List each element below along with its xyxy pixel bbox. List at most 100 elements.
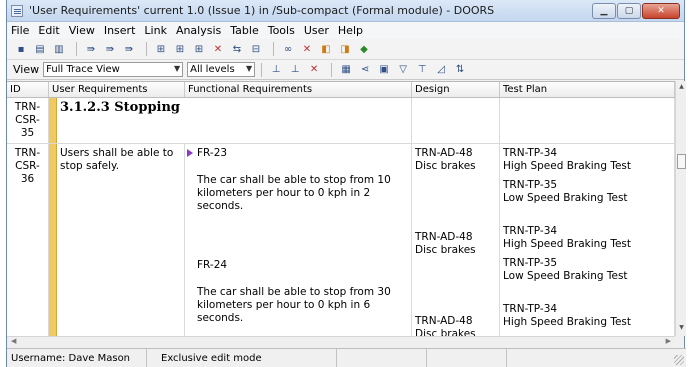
insert-column-icon[interactable]: ⊤ xyxy=(414,63,430,77)
section-heading: 3.1.2.3 Stopping xyxy=(60,100,181,115)
fr-text: The car shall be able to stop from 10 ki… xyxy=(197,174,391,212)
functional-requirements-cell: FR-23 The car shall be able to stop from… xyxy=(185,144,412,336)
properties-icon[interactable]: ▥ xyxy=(51,42,67,56)
menu-edit[interactable]: Edit xyxy=(38,24,59,37)
insert-child-icon[interactable]: ⇛ xyxy=(121,42,137,56)
promote-icon[interactable]: ⊞ xyxy=(153,42,169,56)
link-icon[interactable]: ∞ xyxy=(280,42,296,56)
print-icon[interactable]: ▤ xyxy=(32,42,48,56)
show-levels-icon[interactable]: ⊥ xyxy=(287,63,303,77)
hierarchy-icon[interactable]: ⊟ xyxy=(248,42,264,56)
title-bar: 'User Requirements' current 1.0 (Issue 1… xyxy=(7,0,684,22)
status-username: Username: Dave Mason xyxy=(7,349,147,367)
status-panel xyxy=(337,349,427,367)
test-plan-id[interactable]: TRN-TP-35 xyxy=(503,257,671,270)
design-text: Disc brakes xyxy=(415,328,476,336)
close-button[interactable]: ✕ xyxy=(642,2,680,19)
toolbar-divider xyxy=(261,62,263,77)
toolbar-divider xyxy=(273,42,274,56)
scroll-down-icon[interactable]: ▼ xyxy=(677,324,686,334)
levels-select-value: All levels xyxy=(190,64,235,75)
maximize-button[interactable]: ▢ xyxy=(617,2,641,19)
filter-deleted-icon[interactable]: ✕ xyxy=(306,63,322,77)
col-header-id[interactable]: ID xyxy=(7,82,49,97)
toolbar-divider xyxy=(331,62,333,77)
menu-bar: File Edit View Insert Link Analysis Tabl… xyxy=(7,22,684,39)
table-row[interactable]: TRN-CSR-35 3.1.2.3 Stopping xyxy=(7,98,675,144)
menu-table[interactable]: Table xyxy=(230,24,258,37)
scroll-right-icon[interactable]: ▶ xyxy=(666,337,671,345)
col-header-test-plan[interactable]: Test Plan xyxy=(500,82,675,97)
view-select[interactable]: Full Trace View ▼ xyxy=(43,62,184,77)
test-plan-id[interactable]: TRN-TP-34 xyxy=(503,147,671,160)
graphics-icon[interactable]: ▣ xyxy=(376,63,392,77)
resize-grip[interactable] xyxy=(674,355,684,365)
menu-tools[interactable]: Tools xyxy=(268,24,295,37)
test-plan-cell: TRN-TP-34 High Speed Braking Test TRN-TP… xyxy=(500,144,675,336)
table-row[interactable]: TRN-CSR-36 Users shall be able to stop s… xyxy=(7,144,675,336)
status-bar: Username: Dave Mason Exclusive edit mode xyxy=(7,348,686,367)
user-requirement-text: Users shall be able to stop safely. xyxy=(60,147,174,172)
menu-user[interactable]: User xyxy=(304,24,329,37)
window-title: 'User Requirements' current 1.0 (Issue 1… xyxy=(29,4,495,17)
link-manager-icon[interactable]: ◆ xyxy=(356,42,372,56)
test-plan-id[interactable]: TRN-TP-34 xyxy=(503,225,671,238)
link-source-icon[interactable]: ◧ xyxy=(318,42,334,56)
status-panel xyxy=(427,349,507,367)
scroll-left-icon[interactable]: ◀ xyxy=(11,337,16,345)
delete-object-icon[interactable]: ✕ xyxy=(210,42,226,56)
test-plan-text: High Speed Braking Test xyxy=(503,316,632,328)
col-header-user-requirements[interactable]: User Requirements xyxy=(49,82,185,97)
outline-icon[interactable]: ▦ xyxy=(338,63,354,77)
requirements-grid: ID User Requirements Functional Requirem… xyxy=(7,81,675,336)
view-label: View xyxy=(13,63,40,76)
fr-id[interactable]: FR-23 xyxy=(197,147,227,159)
test-plan-text: High Speed Braking Test xyxy=(503,160,632,172)
link-view-icon[interactable]: ⋖ xyxy=(357,63,373,77)
edit-column-icon[interactable]: ◿ xyxy=(433,63,449,77)
demote-icon[interactable]: ⊞ xyxy=(172,42,188,56)
delete-link-icon[interactable]: ✕ xyxy=(299,42,315,56)
horizontal-scrollbar[interactable]: ◀ ▶ xyxy=(7,336,675,348)
test-plan-text: Low Speed Braking Test xyxy=(503,270,628,282)
test-plan-id[interactable]: TRN-TP-35 xyxy=(503,179,671,192)
link-target-icon[interactable]: ◨ xyxy=(337,42,353,56)
fr-text: The car shall be able to stop from 30 ki… xyxy=(197,286,391,324)
design-text: Disc brakes xyxy=(415,244,476,256)
design-id[interactable]: TRN-AD-48 xyxy=(415,231,496,244)
menu-insert[interactable]: Insert xyxy=(104,24,136,37)
filter-icon[interactable]: ▽ xyxy=(395,63,411,77)
toolbar-divider xyxy=(146,42,147,56)
menu-analysis[interactable]: Analysis xyxy=(176,24,221,37)
test-plan-id[interactable]: TRN-TP-34 xyxy=(503,303,671,316)
levels-select[interactable]: All levels ▼ xyxy=(187,62,256,77)
scroll-up-icon[interactable]: ▲ xyxy=(677,83,686,93)
design-id[interactable]: TRN-AD-48 xyxy=(415,315,496,328)
menu-view[interactable]: View xyxy=(69,24,95,37)
copy-object-icon[interactable]: ⊞ xyxy=(191,42,207,56)
toolbar-divider xyxy=(76,42,77,56)
object-id: TRN-CSR-36 xyxy=(7,144,49,336)
design-cell: TRN-AD-48 Disc brakes TRN-AD-48 Disc bra… xyxy=(412,144,500,336)
insert-object-icon[interactable]: ⇛ xyxy=(83,42,99,56)
fr-id[interactable]: FR-24 xyxy=(197,259,408,272)
vertical-scrollbar[interactable]: ▲ ▼ xyxy=(675,81,686,336)
doors-module-icon xyxy=(11,4,23,17)
move-icon[interactable]: ⇆ xyxy=(229,42,245,56)
menu-file[interactable]: File xyxy=(11,24,29,37)
col-header-design[interactable]: Design xyxy=(412,82,500,97)
insert-below-icon[interactable]: ⇛ xyxy=(102,42,118,56)
status-edit-mode: Exclusive edit mode xyxy=(147,349,337,367)
section-cell: 3.1.2.3 Stopping xyxy=(49,98,412,143)
design-id[interactable]: TRN-AD-48 xyxy=(415,147,496,160)
show-tree-icon[interactable]: ⊥ xyxy=(268,63,284,77)
menu-help[interactable]: Help xyxy=(338,24,363,37)
sort-icon[interactable]: ⇅ xyxy=(452,63,468,77)
user-requirement-cell: Users shall be able to stop safely. xyxy=(49,144,185,336)
level-bar xyxy=(49,144,57,336)
save-icon[interactable]: ▪ xyxy=(13,42,29,56)
minimize-button[interactable]: ▁ xyxy=(592,2,616,19)
menu-link[interactable]: Link xyxy=(144,24,167,37)
col-header-functional-requirements[interactable]: Functional Requirements xyxy=(185,82,412,97)
scroll-thumb[interactable] xyxy=(677,154,686,169)
